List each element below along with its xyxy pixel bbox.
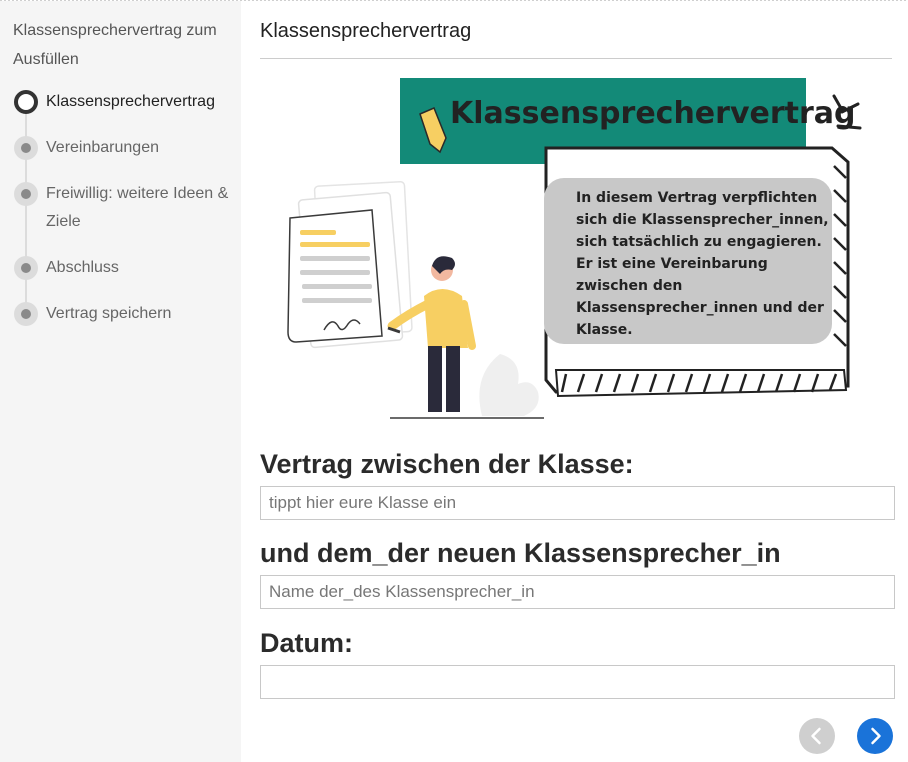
step-dot-icon — [14, 182, 38, 206]
step-label: Vertrag speichern — [46, 305, 172, 322]
sidebar: Klassensprechervertrag zum Ausfüllen Kla… — [0, 1, 241, 762]
field-heading-klasse: Vertrag zwischen der Klasse: — [260, 449, 634, 479]
note-line-4: Er ist eine Vereinbarung — [576, 256, 768, 272]
note-line-7: Klasse. — [576, 322, 633, 338]
field-heading-datum: Datum: — [260, 628, 353, 658]
step-dot-icon — [14, 302, 38, 326]
chevron-right-icon — [871, 727, 881, 745]
step-dot-icon — [14, 256, 38, 280]
person-torso — [424, 289, 468, 348]
next-button[interactable] — [857, 718, 893, 754]
plant-shape — [479, 354, 539, 416]
datum-input[interactable] — [260, 665, 895, 699]
klassensprecher-name-input[interactable] — [260, 575, 895, 609]
contract-illustration: Klassensprechervertrag In diesem Vertrag… — [287, 78, 862, 419]
step-dot-icon — [14, 136, 38, 160]
step-connector-line — [25, 101, 27, 313]
page-title: Klassensprechervertrag — [260, 20, 472, 42]
chevron-left-icon — [811, 727, 821, 745]
note-line-6: Klassensprecher_innen und der — [576, 300, 824, 316]
field-heading-klassensprecher: und dem_der neuen Klassensprecher_in — [260, 538, 781, 568]
title-divider — [260, 58, 892, 59]
step-label: Vereinbarungen — [46, 139, 159, 156]
note-line-1: In diesem Vertrag verpflichten — [576, 190, 817, 206]
sidebar-title: Klassensprechervertrag zum Ausfüllen — [13, 22, 217, 68]
step-label: Klassensprechervertrag — [46, 93, 215, 110]
klasse-input[interactable] — [260, 486, 895, 520]
step-label: Freiwillig: weitere Ideen & Ziele — [46, 185, 229, 230]
step-active-dot-icon — [14, 90, 38, 114]
note-line-3: sich tatsächlich zu engagieren. — [576, 234, 822, 250]
previous-button[interactable] — [799, 718, 835, 754]
step-label: Abschluss — [46, 259, 119, 276]
note-line-2: sich die Klassensprecher_innen, — [576, 212, 829, 228]
note-line-5: zwischen den — [576, 278, 682, 294]
banner-title: Klassensprechervertrag — [450, 96, 856, 131]
